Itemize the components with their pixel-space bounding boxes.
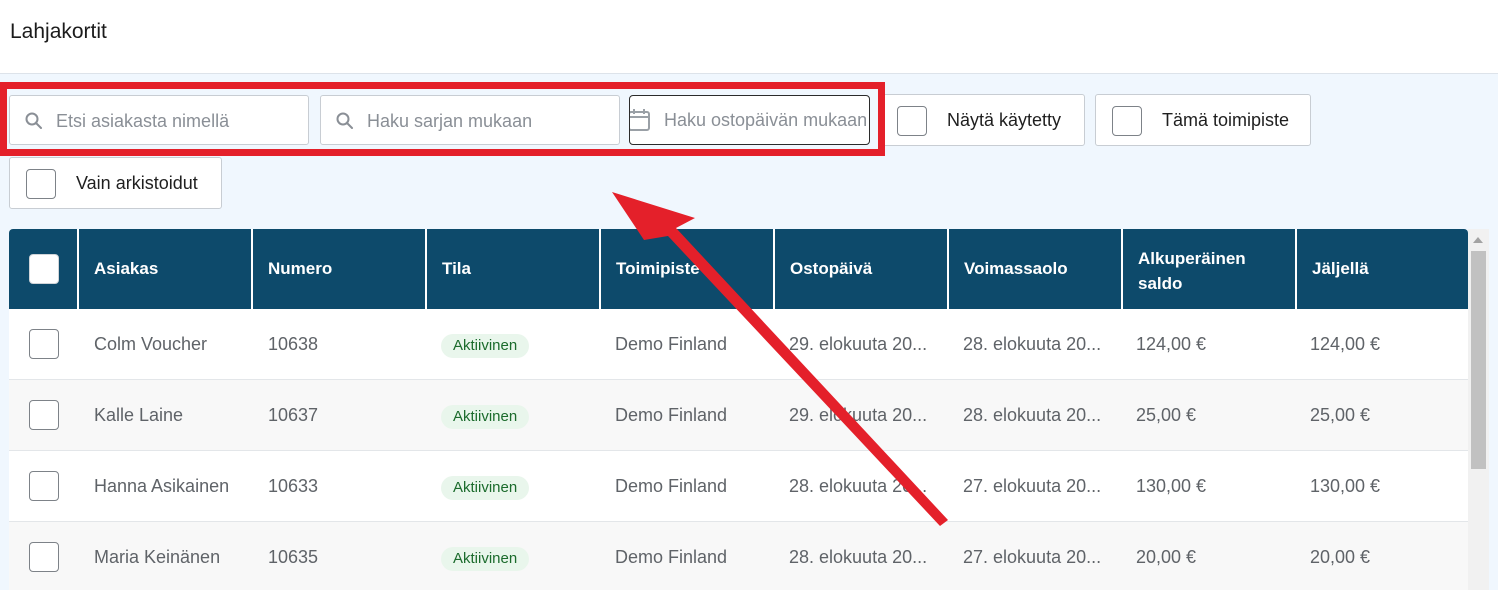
search-icon bbox=[336, 112, 353, 129]
show-used-checkbox[interactable]: Näytä käytetty bbox=[880, 94, 1085, 146]
search-icon bbox=[25, 112, 42, 129]
table-header: Asiakas Numero Tila Toimipiste Ostopäivä… bbox=[9, 229, 1468, 309]
cell-customer: Hanna Asikainen bbox=[94, 476, 230, 496]
cell-customer: Kalle Laine bbox=[94, 405, 184, 425]
column-header-remaining[interactable]: Jäljellä bbox=[1295, 229, 1468, 309]
cell-purchase-date: 29. elokuuta 20... bbox=[789, 405, 928, 425]
column-header-original-balance[interactable]: Alkuperäinen saldo bbox=[1121, 229, 1295, 309]
cell-location: Demo Finland bbox=[615, 334, 728, 354]
gift-cards-table: Asiakas Numero Tila Toimipiste Ostopäivä… bbox=[9, 229, 1468, 590]
column-header-valid-until[interactable]: Voimassaolo bbox=[947, 229, 1121, 309]
cell-valid-until: 28. elokuuta 20... bbox=[963, 405, 1102, 425]
cell-remaining: 124,00 € bbox=[1310, 334, 1381, 354]
checkbox-box[interactable] bbox=[1112, 106, 1142, 136]
cell-purchase-date: 28. elokuuta 20... bbox=[789, 547, 928, 567]
customer-search-placeholder: Etsi asiakasta nimellä bbox=[56, 111, 230, 131]
scroll-up-arrow-icon[interactable] bbox=[1473, 237, 1483, 243]
table-row[interactable]: Hanna Asikainen 10633 Aktiivinen Demo Fi… bbox=[9, 451, 1468, 522]
vertical-scrollbar[interactable] bbox=[1468, 229, 1489, 590]
cell-customer: Maria Keinänen bbox=[94, 547, 221, 567]
top-bar: Lahjakortit bbox=[0, 0, 1498, 74]
column-header-status[interactable]: Tila bbox=[425, 229, 599, 309]
this-location-label: Tämä toimipiste bbox=[1162, 110, 1290, 130]
status-badge: Aktiivinen bbox=[441, 547, 530, 571]
cell-remaining: 25,00 € bbox=[1310, 405, 1371, 425]
row-checkbox[interactable] bbox=[29, 400, 59, 430]
cell-number: 10635 bbox=[268, 547, 319, 567]
column-header-number[interactable]: Numero bbox=[251, 229, 425, 309]
cell-remaining: 130,00 € bbox=[1310, 476, 1381, 496]
calendar-icon bbox=[630, 109, 650, 131]
scrollbar-thumb[interactable] bbox=[1471, 251, 1486, 469]
cell-customer: Colm Voucher bbox=[94, 334, 208, 354]
show-used-label: Näytä käytetty bbox=[947, 110, 1062, 130]
only-archived-label: Vain arkistoidut bbox=[76, 173, 198, 193]
cell-purchase-date: 28. elokuuta 20... bbox=[789, 476, 928, 496]
column-header-customer[interactable]: Asiakas bbox=[77, 229, 251, 309]
customer-search-input[interactable]: Etsi asiakasta nimellä bbox=[9, 95, 309, 145]
this-location-checkbox[interactable]: Tämä toimipiste bbox=[1095, 94, 1311, 146]
cell-location: Demo Finland bbox=[615, 476, 728, 496]
series-search-input[interactable]: Haku sarjan mukaan bbox=[320, 95, 620, 145]
column-header-purchase-date[interactable]: Ostopäivä bbox=[773, 229, 947, 309]
status-badge: Aktiivinen bbox=[441, 334, 530, 358]
table-row[interactable]: Colm Voucher 10638 Aktiivinen Demo Finla… bbox=[9, 309, 1468, 380]
cell-valid-until: 27. elokuuta 20... bbox=[963, 476, 1102, 496]
series-search-placeholder: Haku sarjan mukaan bbox=[367, 111, 533, 131]
cell-location: Demo Finland bbox=[615, 547, 728, 567]
status-badge: Aktiivinen bbox=[441, 405, 530, 429]
purchase-date-placeholder: Haku ostopäivän mukaan bbox=[664, 110, 868, 130]
row-checkbox[interactable] bbox=[29, 542, 59, 572]
purchase-date-input[interactable]: Haku ostopäivän mukaan bbox=[629, 95, 870, 145]
table-row[interactable]: Kalle Laine 10637 Aktiivinen Demo Finlan… bbox=[9, 380, 1468, 451]
cell-original-balance: 130,00 € bbox=[1136, 476, 1207, 496]
cell-original-balance: 20,00 € bbox=[1136, 547, 1197, 567]
cell-original-balance: 25,00 € bbox=[1136, 405, 1197, 425]
cell-valid-until: 28. elokuuta 20... bbox=[963, 334, 1102, 354]
row-checkbox[interactable] bbox=[29, 471, 59, 501]
checkbox-box[interactable] bbox=[26, 169, 56, 199]
cell-number: 10638 bbox=[268, 334, 319, 354]
cell-purchase-date: 29. elokuuta 20... bbox=[789, 334, 928, 354]
column-header-location[interactable]: Toimipiste bbox=[599, 229, 773, 309]
cell-remaining: 20,00 € bbox=[1310, 547, 1371, 567]
cell-valid-until: 27. elokuuta 20... bbox=[963, 547, 1102, 567]
only-archived-checkbox[interactable]: Vain arkistoidut bbox=[9, 157, 222, 209]
checkbox-box[interactable] bbox=[897, 106, 927, 136]
cell-location: Demo Finland bbox=[615, 405, 728, 425]
table-row[interactable]: Maria Keinänen 10635 Aktiivinen Demo Fin… bbox=[9, 522, 1468, 590]
page-title: Lahjakortit bbox=[10, 20, 107, 43]
cell-number: 10633 bbox=[268, 476, 319, 496]
cell-original-balance: 124,00 € bbox=[1136, 334, 1207, 354]
select-all-checkbox[interactable] bbox=[29, 254, 59, 284]
cell-number: 10637 bbox=[268, 405, 319, 425]
row-checkbox[interactable] bbox=[29, 329, 59, 359]
status-badge: Aktiivinen bbox=[441, 476, 530, 500]
